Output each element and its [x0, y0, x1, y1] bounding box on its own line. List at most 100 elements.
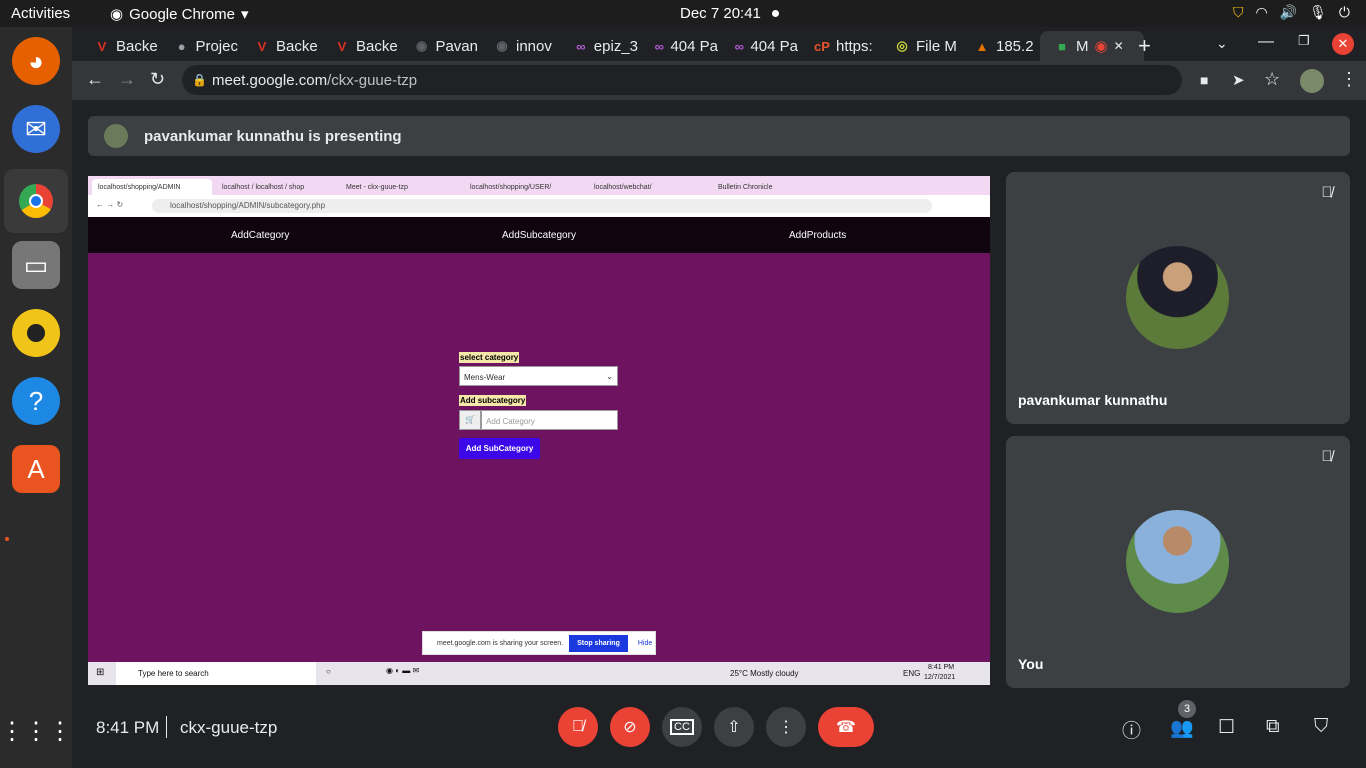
add-subcategory-label: Add subcategory	[459, 395, 527, 406]
cortana-icon: ○	[326, 667, 331, 676]
profile-avatar[interactable]	[1300, 69, 1324, 93]
menu-kebab-icon[interactable]: ⋮	[1340, 69, 1358, 90]
self-tile[interactable]: 🎙̸ You	[1006, 436, 1350, 688]
shared-screen[interactable]: localhost/shopping/ADMIN localhost / loca…	[88, 176, 990, 685]
browser-tab[interactable]: cP https:	[800, 31, 878, 61]
shared-back-icon: ← → ↻	[96, 200, 124, 209]
dock: ◕ ✉ ▭ ? A ⋮⋮⋮	[0, 27, 72, 768]
browser-tab[interactable]: ● Projec	[160, 31, 238, 61]
captions-button[interactable]: CC	[662, 707, 702, 747]
leave-call-button[interactable]: ☎	[818, 707, 874, 747]
presenter-avatar	[104, 124, 128, 148]
shared-tab-strip: localhost/shopping/ADMIN localhost / loca…	[88, 176, 990, 195]
chrome-icon[interactable]	[4, 169, 68, 233]
chrome-small-icon: ◉	[110, 6, 124, 23]
tab-favicon-icon: ◎	[896, 38, 908, 53]
apps-grid-icon[interactable]: ⋮⋮⋮	[0, 707, 72, 755]
tab-label: File M	[916, 37, 957, 55]
tab-favicon-icon: ●	[177, 38, 186, 54]
browser-tab[interactable]: ◉ innov	[480, 31, 558, 61]
presenting-banner: pavankumar kunnathu is presenting	[88, 116, 1350, 156]
new-tab-button[interactable]: +	[1138, 33, 1151, 59]
browser-tab[interactable]: V Backe	[80, 31, 158, 61]
app-menu[interactable]: ◉ Google Chrome ▾	[110, 5, 249, 24]
mic-off-icon: 🎙̸	[1321, 448, 1333, 465]
sharing-notice: meet.google.com is sharing your screen. …	[422, 631, 656, 655]
camera-icon[interactable]: ■	[1200, 72, 1208, 88]
wifi-icon[interactable]: ◠	[1255, 4, 1267, 21]
star-icon[interactable]: ☆	[1264, 69, 1280, 90]
system-tray[interactable]: ⛉ ◠ 🔊 🎙 ⏻	[1233, 4, 1350, 21]
send-icon[interactable]: ➤	[1232, 71, 1245, 89]
browser-tab[interactable]: ■ M ◉ ✕	[1040, 31, 1144, 61]
hide-button: Hide	[637, 639, 653, 647]
host-controls-icon[interactable]: ⛉	[1314, 716, 1328, 738]
tab-label: epiz_3	[593, 37, 638, 55]
participant-name: pavankumar kunnathu	[1018, 392, 1168, 408]
present-icon: ⇧	[727, 719, 741, 736]
firefox-icon[interactable]: ◕	[12, 37, 60, 85]
taskbar-search-text: Type here to search	[138, 669, 209, 678]
lock-icon: 🔒	[192, 73, 207, 87]
tab-label: Pavan	[435, 37, 478, 55]
activities-button[interactable]: Activities	[11, 5, 70, 22]
volume-icon[interactable]: 🔊	[1280, 4, 1297, 21]
people-count-badge: 3	[1178, 700, 1196, 718]
help-icon[interactable]: ?	[12, 377, 60, 425]
tab-favicon-icon: cP	[814, 38, 830, 54]
minimize-button[interactable]: —	[1258, 33, 1274, 51]
browser-tab[interactable]: ∞ epiz_3	[560, 31, 638, 61]
files-icon[interactable]: ▭	[12, 241, 60, 289]
restore-button[interactable]: ❐	[1298, 33, 1310, 49]
power-icon[interactable]: ⏻	[1339, 4, 1350, 21]
tab-favicon-icon: ∞	[576, 38, 586, 54]
chevron-down-icon: ▾	[240, 6, 249, 23]
select-value: Mens-Wear	[464, 373, 506, 382]
shield-icon[interactable]: ⛉	[1233, 4, 1244, 21]
browser-tab[interactable]: ∞ 404 Pa	[720, 31, 798, 61]
more-options-button[interactable]: ⋮	[766, 707, 806, 747]
mic-toggle-button[interactable]: 🎙̸	[558, 707, 598, 747]
forward-arrow-icon[interactable]: →	[118, 69, 136, 90]
browser-tab[interactable]: ∞ 404 Pa	[640, 31, 718, 61]
running-indicator	[5, 537, 9, 541]
participant-tile[interactable]: 🎙̸ pavankumar kunnathu	[1006, 172, 1350, 424]
tab-favicon-icon: ◉	[416, 38, 428, 53]
category-select: Mens-Wear ⌄	[459, 366, 618, 386]
tab-favicon-icon: ■	[1058, 38, 1066, 54]
browser-tab[interactable]: ◉ Pavan	[400, 31, 478, 61]
people-icon[interactable]: 👥	[1170, 716, 1194, 740]
browser-tab[interactable]: ▲ 185.2	[960, 31, 1038, 61]
add-subcategory-button: Add SubCategory	[459, 438, 540, 459]
info-icon[interactable]: ⓘ	[1122, 716, 1141, 743]
back-arrow-icon[interactable]: ←	[86, 69, 104, 90]
shared-tab: Bulletin Chronicle	[712, 179, 832, 195]
tab-label: Backe	[116, 37, 158, 55]
present-button[interactable]: ⇧	[714, 707, 754, 747]
chat-icon[interactable]: ☐	[1218, 716, 1235, 739]
software-icon[interactable]: A	[12, 445, 60, 493]
clock[interactable]: Dec 7 20:41	[680, 5, 761, 22]
shared-tab-label: localhost/shopping/ADMIN	[98, 183, 181, 191]
thunderbird-icon[interactable]: ✉	[12, 105, 60, 153]
omnibox[interactable]: 🔒 meet.google.com/ckx-guue-tzp	[182, 65, 1182, 95]
tab-search-icon[interactable]: ⌄	[1216, 35, 1228, 52]
reload-icon[interactable]: ↻	[150, 69, 165, 90]
browser-tab[interactable]: V Backe	[240, 31, 318, 61]
meet-page: pavankumar kunnathu is presenting localh…	[72, 100, 1366, 768]
tab-favicon-icon: V	[97, 38, 107, 54]
stop-sharing-button: Stop sharing	[569, 634, 628, 652]
activities-icon[interactable]: ⧉	[1266, 716, 1280, 738]
mic-icon[interactable]: 🎙	[1309, 4, 1327, 21]
shared-tab: localhost/shopping/ADMIN	[92, 179, 212, 195]
tab-label: https:	[836, 37, 873, 55]
close-tab-icon[interactable]: ✕	[1114, 39, 1124, 53]
close-window-button[interactable]: ✕	[1332, 33, 1354, 55]
camera-off-icon: ⊘	[623, 719, 637, 736]
camera-toggle-button[interactable]: ⊘	[610, 707, 650, 747]
browser-tab[interactable]: V Backe	[320, 31, 398, 61]
rhythmbox-icon[interactable]	[12, 309, 60, 357]
taskbar-apps-icon: ◉ ◐ ▬ ✉	[386, 666, 420, 675]
browser-tab[interactable]: ◎ File M	[880, 31, 958, 61]
phone-hangup-icon: ☎	[836, 719, 856, 736]
